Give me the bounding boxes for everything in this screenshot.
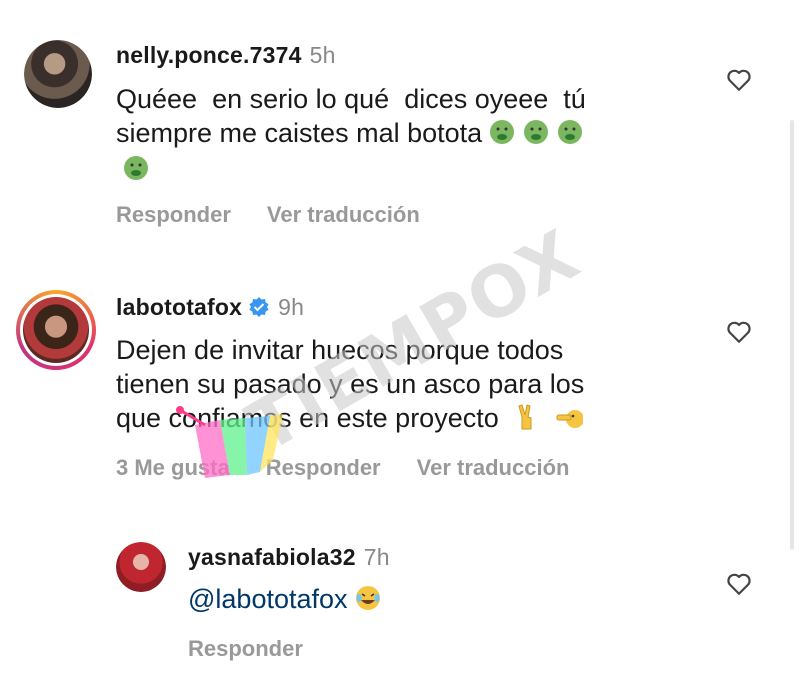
nauseated-face-emoji: [524, 120, 549, 144]
comment-actions: 3 Me gusta Responder Ver traducción: [116, 455, 605, 481]
nauseated-face-emoji: [490, 120, 515, 144]
translate-button[interactable]: Ver traducción: [417, 455, 570, 480]
comment-actions: Responder: [188, 636, 339, 662]
avatar-story-ring[interactable]: [16, 290, 96, 370]
username-label[interactable]: labototafox: [116, 294, 242, 320]
verified-badge-icon: [249, 297, 269, 317]
username-label[interactable]: yasnafabiola32: [188, 544, 356, 570]
translate-button[interactable]: Ver traducción: [267, 202, 420, 227]
comment-text: Dejen de invitar huecos porque todos tie…: [116, 333, 584, 435]
heart-icon[interactable]: [726, 572, 752, 596]
scrollbar[interactable]: [790, 120, 794, 550]
reply-button[interactable]: Responder: [116, 202, 231, 227]
reply-button[interactable]: Responder: [188, 636, 303, 661]
comment-text: @labototafox: [188, 582, 382, 616]
timestamp: 9h: [278, 294, 305, 320]
avatar[interactable]: [116, 542, 166, 592]
comment-text: Quéee en serio lo qué dices oyeee tú sie…: [116, 82, 586, 150]
finger-pointing-emoji: [556, 410, 583, 428]
timestamp: 5h: [309, 42, 336, 68]
comment-actions: Responder Ver traducción: [116, 202, 456, 228]
victory-hand-emoji: [518, 404, 532, 430]
username[interactable]: labototafox 9h: [116, 294, 304, 321]
timestamp: 7h: [363, 544, 390, 570]
heart-icon[interactable]: [726, 68, 752, 92]
nauseated-face-emoji: [558, 120, 583, 144]
heart-icon[interactable]: [726, 320, 752, 344]
nauseated-face-emoji: [124, 156, 148, 180]
username[interactable]: yasnafabiola32 7h: [188, 544, 390, 571]
username-label[interactable]: nelly.ponce.7374: [116, 42, 302, 68]
likes-count[interactable]: 3 Me gusta: [116, 455, 230, 480]
laughing-tears-emoji: [355, 586, 380, 610]
reply-button[interactable]: Responder: [266, 455, 381, 480]
mention-link[interactable]: @labototafox: [188, 584, 348, 614]
avatar[interactable]: [24, 40, 92, 108]
username[interactable]: nelly.ponce.7374 5h: [116, 42, 336, 69]
avatar: [23, 297, 89, 363]
